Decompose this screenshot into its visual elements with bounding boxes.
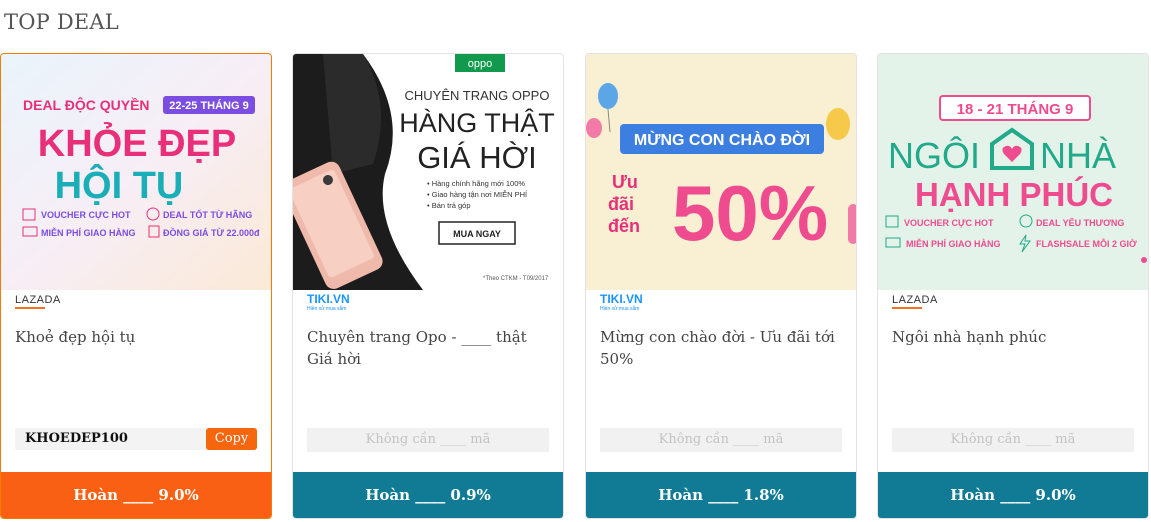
banner-perk-2: DEAL YÊU THƯƠNG — [1036, 217, 1124, 228]
banner-headline1: HÀNG THẬT — [399, 107, 555, 138]
banner-headline1a: NGÔI — [888, 135, 980, 176]
banner-bullet-3: • Bán trả góp — [427, 201, 471, 210]
banner-headline1: KHỎE ĐẸP — [38, 121, 236, 165]
tiki-logo: TIKI.VN Hiền xử mua sắm — [307, 292, 350, 312]
banner-perk-1: VOUCHER CỰC HOT — [904, 218, 994, 228]
banner-date: 18 - 21 THÁNG 9 — [957, 101, 1074, 118]
banner-perk-1: VOUCHER CỰC HOT — [41, 210, 131, 220]
deal-banner[interactable]: DEAL ĐỘC QUYỀN 22-25 THÁNG 9 KHỎE ĐẸP HỘ… — [1, 54, 271, 290]
banner-note: *Theo CTKM - T09/2017 — [483, 276, 549, 282]
deal-card-ngoinha[interactable]: 18 - 21 THÁNG 9 NGÔI NHÀ HẠNH PHÚC VOUCH… — [877, 53, 1149, 519]
cashback-button[interactable]: Hoàn ____ 9.0% — [878, 472, 1148, 518]
banner-cta: MUA NGAY — [453, 229, 501, 239]
deal-card-khoedep[interactable]: DEAL ĐỘC QUYỀN 22-25 THÁNG 9 KHỎE ĐẸP HỘ… — [0, 53, 272, 519]
banner-headline2: HẠNH PHÚC — [915, 176, 1113, 213]
banner-headline1b: NHÀ — [1040, 135, 1116, 176]
banner-perk-3: MIỄN PHÍ GIAO HÀNG — [41, 227, 136, 238]
deal-banner[interactable]: 18 - 21 THÁNG 9 NGÔI NHÀ HẠNH PHÚC VOUCH… — [878, 54, 1148, 290]
banner-bullet-1: • Hàng chính hãng mới 100% — [427, 179, 525, 188]
no-code-label: Không cần ____ mã — [600, 428, 842, 452]
banner-perk-4: FLASHSALE MỖI 2 GIỜ — [1036, 238, 1137, 249]
banner-headline: MỪNG CON CHÀO ĐỜI — [634, 130, 810, 149]
coupon-code: KHOEDEP100 — [25, 431, 128, 446]
banner-headline2: GIÁ HỜI — [417, 140, 537, 175]
deal-title[interactable]: Khoẻ đẹp hội tụ — [15, 326, 257, 348]
deal-card-mungcon[interactable]: MỪNG CON CHÀO ĐỜI Ưu đãi đến 50% TIKI.VN… — [585, 53, 857, 519]
deal-banner[interactable]: oppo CHUYÊN TRANG OPPO HÀNG THẬT GIÁ HỜI… — [293, 54, 563, 290]
section-title: TOP DEAL — [4, 10, 119, 34]
no-code-label: Không cần ____ mã — [307, 428, 549, 452]
cashback-button[interactable]: Hoàn ____ 9.0% — [1, 472, 271, 518]
banner-date: 22-25 THÁNG 9 — [169, 99, 248, 112]
banner-prefix-1: Ưu — [612, 172, 638, 192]
lazada-logo: LAZADA — [892, 292, 938, 316]
deal-title[interactable]: Mừng con chào đời - Ưu đãi tới 50% — [600, 326, 842, 370]
coupon-code-row: KHOEDEP100 Copy — [15, 428, 257, 450]
deal-title[interactable]: Ngôi nhà hạnh phúc — [892, 326, 1134, 348]
banner-prefix-3: đến — [608, 216, 640, 236]
banner-bullet-2: • Giao hàng tận nơi MIỄN PHÍ — [427, 190, 528, 199]
oppo-logo: oppo — [468, 58, 492, 70]
banner-percent: 50% — [672, 169, 828, 257]
banner-line1: CHUYÊN TRANG OPPO — [405, 88, 550, 103]
cashback-button[interactable]: Hoàn ____ 1.8% — [586, 472, 856, 518]
deal-title[interactable]: Chuyên trang Opo - ____ thật Giá hời — [307, 326, 549, 370]
lazada-logo: LAZADA — [15, 292, 61, 316]
no-code-label: Không cần ____ mã — [892, 428, 1134, 452]
banner-line1: DEAL ĐỘC QUYỀN — [23, 96, 150, 113]
deal-banner[interactable]: MỪNG CON CHÀO ĐỜI Ưu đãi đến 50% — [586, 54, 856, 290]
banner-prefix-2: đãi — [608, 194, 634, 214]
deal-card-oppo[interactable]: oppo CHUYÊN TRANG OPPO HÀNG THẬT GIÁ HỜI… — [292, 53, 564, 519]
banner-headline2: HỘI TỤ — [55, 162, 184, 207]
banner-perk-3: MIỄN PHÍ GIAO HÀNG — [906, 238, 1001, 249]
tiki-logo: TIKI.VN Hiền xử mua sắm — [600, 292, 643, 312]
banner-perk-4: ĐỒNG GIÁ TỪ 22.000đ — [163, 227, 260, 238]
banner-perk-2: DEAL TỐT TỪ HÃNG — [163, 209, 252, 220]
copy-button[interactable]: Copy — [206, 428, 257, 450]
cashback-button[interactable]: Hoàn ____ 0.9% — [293, 472, 563, 518]
